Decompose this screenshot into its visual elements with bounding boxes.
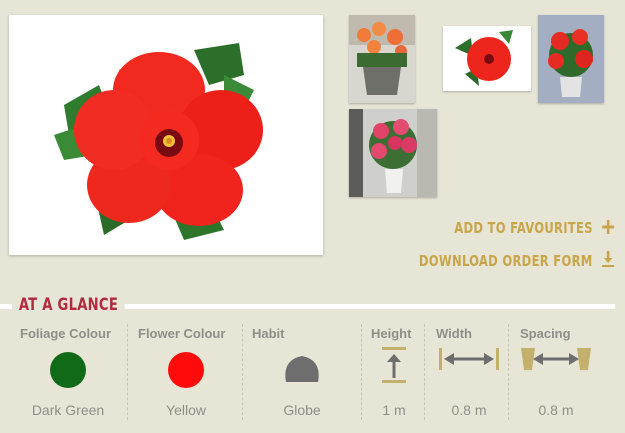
column-divider — [424, 324, 425, 420]
habit-column: Habit Globe — [252, 322, 352, 422]
flower-colour-heading: Flower Colour — [138, 326, 226, 341]
width-heading: Width — [436, 326, 472, 341]
glance-title: AT A GLANCE — [12, 295, 125, 315]
download-icon — [601, 250, 615, 271]
spacing-heading: Spacing — [520, 326, 571, 341]
flower-colour-value: Yellow — [166, 402, 206, 418]
width-value: 0.8 m — [451, 402, 487, 418]
height-heading: Height — [371, 326, 412, 341]
download-order-form-label: DOWNLOAD ORDER FORM — [418, 251, 593, 270]
flower-colour-column: Flower Colour Yellow — [138, 322, 234, 422]
thumbnail-image — [443, 26, 531, 91]
foliage-colour-column: Foliage Colour Dark Green — [20, 322, 120, 422]
thumbnail-red-flower[interactable] — [443, 26, 531, 91]
thumbnail-potted-red[interactable] — [538, 15, 604, 103]
thumbnail-image — [538, 15, 604, 103]
width-icon — [439, 348, 499, 370]
height-value: 1 m — [382, 402, 406, 418]
thumbnail-orange-potted[interactable] — [349, 15, 415, 103]
spacing-icon — [521, 348, 591, 370]
plus-icon — [601, 218, 615, 238]
column-divider — [508, 324, 509, 420]
foliage-colour-swatch — [50, 352, 86, 388]
habit-value: Globe — [283, 402, 321, 418]
main-flower-image[interactable] — [9, 15, 323, 255]
column-divider — [361, 324, 362, 420]
spacing-value: 0.8 m — [538, 402, 574, 418]
spacing-column: Spacing 0.8 m — [520, 322, 592, 422]
add-to-favourites-button[interactable]: ADD TO FAVOURITES — [454, 218, 615, 238]
foliage-colour-heading: Foliage Colour — [20, 326, 111, 341]
height-icon — [382, 347, 406, 383]
height-column: Height 1 m — [371, 322, 417, 422]
thumbnail-pink-potted[interactable] — [349, 109, 437, 197]
habit-heading: Habit — [252, 326, 285, 341]
column-divider — [242, 324, 243, 420]
width-column: Width 0.8 m — [436, 322, 502, 422]
foliage-colour-value: Dark Green — [31, 402, 105, 418]
thumbnail-image — [349, 109, 437, 197]
flower-colour-swatch — [168, 352, 204, 388]
add-to-favourites-label: ADD TO FAVOURITES — [454, 219, 593, 237]
thumbnail-image — [349, 15, 415, 103]
plant-detail-page: ADD TO FAVOURITES DOWNLOAD ORDER FORM AT… — [0, 0, 625, 433]
column-divider — [127, 324, 128, 420]
download-order-form-button[interactable]: DOWNLOAD ORDER FORM — [419, 250, 615, 271]
globe-habit-icon — [285, 356, 319, 382]
hibiscus-flower-image — [54, 43, 263, 240]
